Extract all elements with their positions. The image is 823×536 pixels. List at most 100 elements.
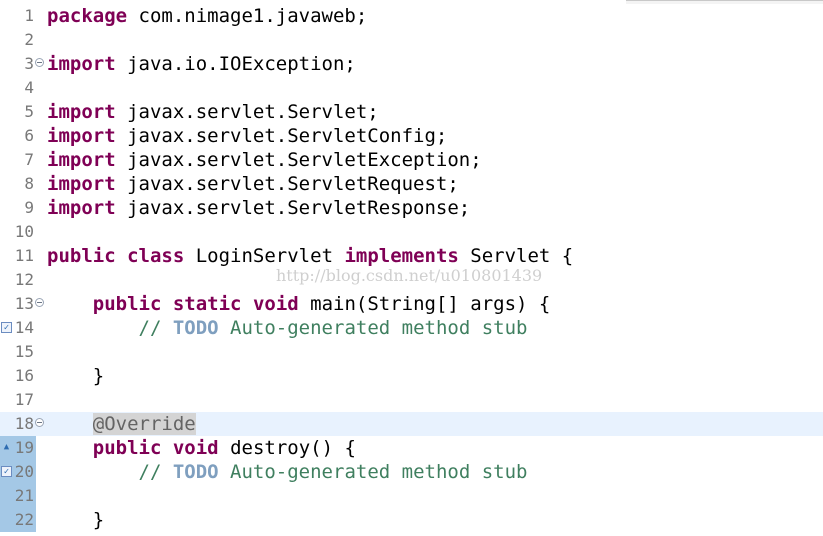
line-number: 14 [14,318,34,337]
fold-collapse-icon[interactable] [35,418,44,427]
code-line[interactable]: 7 import javax.servlet.ServletException; [0,148,823,172]
code-line[interactable]: ✓ 20 // TODO Auto-generated method stub [0,460,823,484]
line-number: 4 [24,78,34,97]
code-text[interactable]: // TODO Auto-generated method stub [47,316,528,340]
code-token: } [47,509,105,531]
code-line[interactable]: 2 [0,28,823,52]
code-text[interactable]: import javax.servlet.ServletResponse; [47,196,470,220]
code-text[interactable]: public void destroy() { [47,436,356,460]
line-number: 5 [24,102,34,121]
keyword-token: import [47,101,116,123]
code-text[interactable]: import javax.servlet.Servlet; [47,100,379,124]
code-text[interactable]: public static void main(String[] args) { [47,292,551,316]
line-number: 19 [14,438,34,457]
comment-token: // [138,461,173,483]
keyword-token: import [47,53,116,75]
keyword-token: static [172,293,242,315]
line-number: 22 [14,510,34,529]
line-number: 10 [14,222,34,241]
line-number: 11 [14,246,34,265]
line-number: 15 [14,342,34,361]
keyword-token: import [47,149,116,171]
code-line[interactable]: ✓ 14 // TODO Auto-generated method stub [0,316,823,340]
code-token: javax.servlet.ServletConfig; [115,125,448,147]
keyword-token: class [127,245,185,267]
line-number: 21 [14,486,34,505]
comment-token: Auto-generated method stub [218,461,528,483]
code-text[interactable]: import javax.servlet.ServletRequest; [47,172,459,196]
code-line[interactable]: 6 import javax.servlet.ServletConfig; [0,124,823,148]
code-line[interactable]: 10 [0,220,823,244]
code-text[interactable]: @Override [47,412,196,436]
code-token: javax.servlet.ServletResponse; [115,197,471,219]
watermark: http://blog.csdn.net/u010801439 [276,266,543,285]
code-text[interactable]: import javax.servlet.ServletException; [47,148,482,172]
code-token: main(String[] args) { [298,293,551,315]
line-number: 9 [24,198,34,217]
code-token: } [47,365,105,387]
code-line[interactable]: 9 import javax.servlet.ServletResponse; [0,196,823,220]
keyword-token: public [92,437,162,459]
line-number: 17 [14,390,34,409]
keyword-token: public [47,245,116,267]
code-line[interactable]: 11 public class LoginServlet implements S… [0,244,823,268]
line-number: 16 [14,366,34,385]
line-number: 8 [24,174,34,193]
keyword-token: void [172,437,219,459]
code-line[interactable]: 15 [0,340,823,364]
line-number: 2 [24,30,34,49]
code-line[interactable]: 13 public static void main(String[] args… [0,292,823,316]
comment-token: Auto-generated method stub [218,317,528,339]
line-number: 13 [14,294,34,313]
code-token: javax.servlet.ServletException; [115,149,482,171]
code-line[interactable]: 3 import java.io.IOException; [0,52,823,76]
code-line[interactable]: 17 [0,388,823,412]
code-text[interactable]: import java.io.IOException; [47,52,356,76]
code-line[interactable]: ▲ 19 public void destroy() { [0,436,823,460]
code-line[interactable]: 8 import javax.servlet.ServletRequest; [0,172,823,196]
line-number: 3 [24,54,34,73]
todo-token: TODO [172,461,219,483]
code-line[interactable]: 16 } [0,364,823,388]
line-number: 7 [24,150,34,169]
keyword-token: import [47,197,116,219]
code-line[interactable]: 18 @Override [0,412,823,436]
code-text[interactable]: } [47,508,104,532]
comment-token: // [138,317,173,339]
keyword-token: public [92,293,162,315]
code-token: destroy() { [218,437,356,459]
code-line[interactable]: 4 [0,76,823,100]
code-line[interactable]: 5 import javax.servlet.Servlet; [0,100,823,124]
keyword-token: void [252,293,299,315]
code-text[interactable]: import javax.servlet.ServletConfig; [47,124,447,148]
keyword-token: import [47,173,116,195]
code-line[interactable]: 21 [0,484,823,508]
keyword-token: import [47,125,116,147]
code-text[interactable]: } [47,364,104,388]
code-text[interactable]: public class LoginServlet implements Ser… [47,244,573,268]
line-number: 12 [14,270,34,289]
line-number: 1 [24,6,34,25]
keyword-token: implements [344,245,459,267]
code-token: javax.servlet.Servlet; [115,101,379,123]
fold-collapse-icon[interactable] [35,298,44,307]
keyword-token: package [47,5,128,27]
fold-collapse-icon[interactable] [35,58,44,67]
line-number: 20 [14,462,34,481]
code-token: javax.servlet.ServletRequest; [115,173,459,195]
code-text[interactable]: // TODO Auto-generated method stub [47,460,528,484]
code-token: com.nimage1.javaweb; [127,5,368,27]
line-number: 18 [14,414,34,433]
code-token: Servlet { [458,245,574,267]
annotation-token: @Override [92,413,196,435]
code-line[interactable]: 1 package com.nimage1.javaweb; [0,4,823,28]
code-text[interactable]: package com.nimage1.javaweb; [47,4,367,28]
code-line[interactable]: 22 } [0,508,823,532]
